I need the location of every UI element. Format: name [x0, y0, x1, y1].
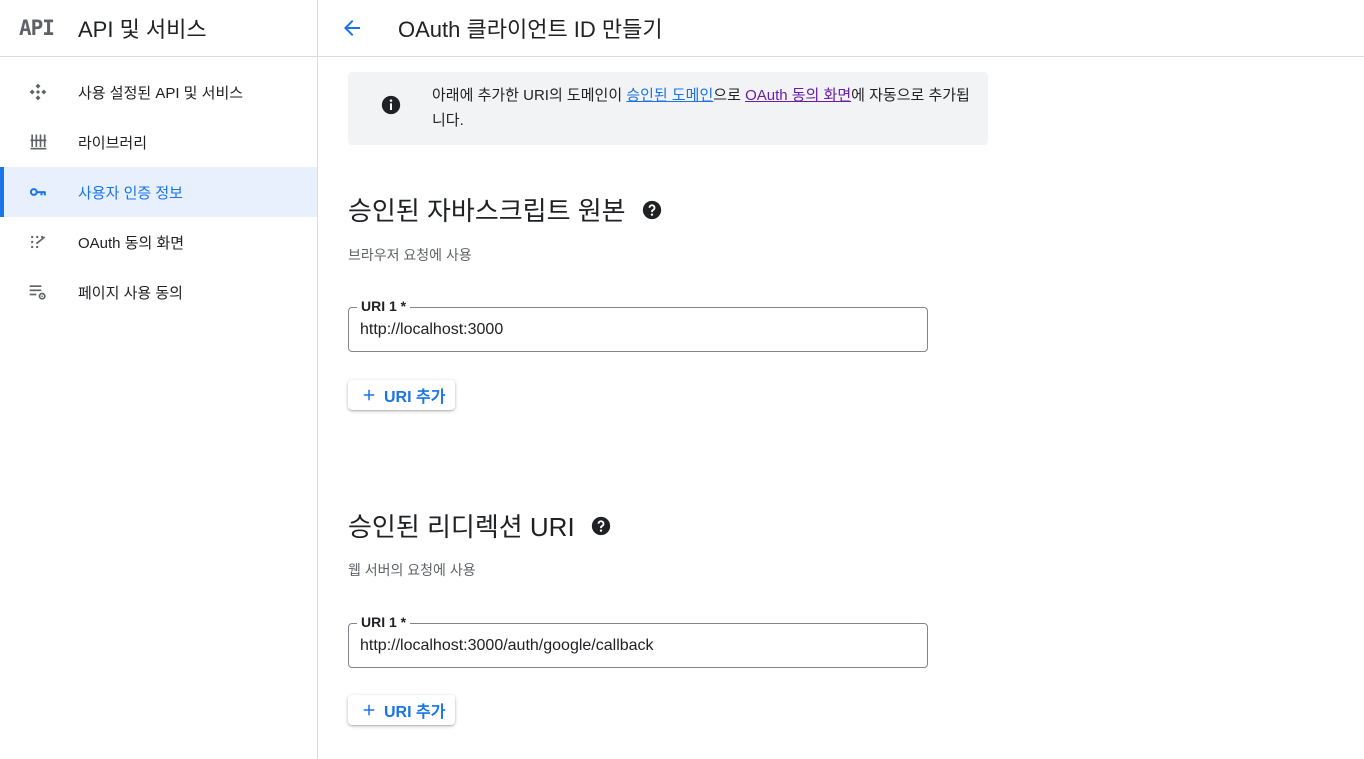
info-text: 아래에 추가한 URI의 도메인이 승인된 도메인으로 OAuth 동의 화면에…	[432, 83, 972, 133]
info-banner: 아래에 추가한 URI의 도메인이 승인된 도메인으로 OAuth 동의 화면에…	[348, 72, 988, 145]
sidebar-item-label: 페이지 사용 동의	[78, 284, 183, 302]
redirect-uris-subtitle: 웹 서버의 요청에 사용	[348, 562, 476, 578]
plus-icon	[363, 389, 375, 401]
add-uri-label: URI 추가	[384, 389, 446, 406]
add-uri-label: URI 추가	[384, 704, 446, 721]
js-origin-uri-input[interactable]	[360, 308, 916, 351]
info-text-2: 으로	[713, 87, 746, 104]
js-origins-section-title: 승인된 자바스크립트 원본	[348, 191, 662, 228]
help-icon[interactable]	[642, 200, 662, 220]
back-button[interactable]	[332, 8, 372, 48]
js-origin-uri-field: URI 1 *	[348, 298, 928, 352]
redirect-uris-title: 승인된 리디렉션 URI	[348, 512, 575, 542]
settings-list-icon	[26, 280, 50, 304]
api-diamond-icon	[26, 80, 50, 104]
redirect-uri-field: URI 1 *	[348, 614, 928, 668]
sidebar: API API 및 서비스 사용 설정된 API 및 서비스 라이브러리 사용자…	[0, 0, 318, 759]
sidebar-item-library[interactable]: 라이브러리	[0, 117, 317, 167]
js-origins-subtitle: 브라우저 요청에 사용	[348, 247, 472, 263]
sidebar-title: API 및 서비스	[78, 17, 207, 42]
library-icon	[26, 130, 50, 154]
js-origins-title: 승인된 자바스크립트 원본	[348, 196, 626, 226]
sidebar-item-page-usage[interactable]: 페이지 사용 동의	[0, 267, 317, 317]
consent-dots-icon	[26, 230, 50, 254]
page-header: OAuth 클라이언트 ID 만들기	[318, 0, 1364, 57]
oauth-consent-link[interactable]: OAuth 동의 화면	[745, 87, 851, 104]
sidebar-item-label: 사용 설정된 API 및 서비스	[78, 84, 244, 102]
add-redirect-uri-button[interactable]: URI 추가	[348, 695, 456, 725]
sidebar-nav: 사용 설정된 API 및 서비스 라이브러리 사용자 인증 정보 OAuth 동…	[0, 67, 317, 317]
info-icon	[381, 95, 401, 115]
redirect-uris-section-title: 승인된 리디렉션 URI	[348, 507, 611, 544]
info-text-1: 아래에 추가한 URI의 도메인이	[432, 87, 627, 104]
api-logo: API	[19, 16, 55, 40]
sidebar-item-label: 라이브러리	[78, 134, 148, 152]
sidebar-item-credentials[interactable]: 사용자 인증 정보	[0, 167, 317, 217]
authorized-domains-link[interactable]: 승인된 도메인	[626, 87, 713, 104]
sidebar-item-label: OAuth 동의 화면	[78, 234, 185, 252]
sidebar-item-label: 사용자 인증 정보	[78, 184, 183, 202]
redirect-uri-input[interactable]	[360, 624, 916, 667]
key-icon	[26, 180, 50, 204]
sidebar-item-oauth-consent[interactable]: OAuth 동의 화면	[0, 217, 317, 267]
arrow-back-icon	[344, 20, 360, 36]
sidebar-brand: API API 및 서비스	[0, 0, 317, 57]
page-title: OAuth 클라이언트 ID 만들기	[398, 17, 663, 42]
plus-icon	[363, 704, 375, 716]
help-icon[interactable]	[591, 516, 611, 536]
sidebar-item-enabled-apis[interactable]: 사용 설정된 API 및 서비스	[0, 67, 317, 117]
add-js-origin-uri-button[interactable]: URI 추가	[348, 380, 456, 410]
